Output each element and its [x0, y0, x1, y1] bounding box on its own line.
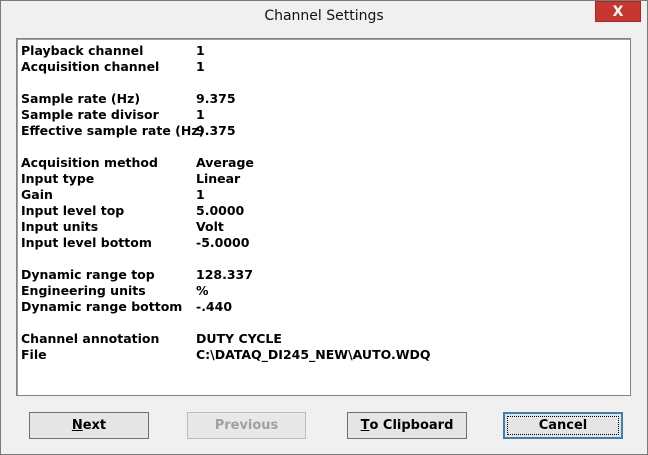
setting-value: %	[196, 283, 209, 298]
setting-label: Acquisition channel	[21, 59, 160, 74]
setting-value: 9.375	[196, 91, 236, 106]
setting-value: 5.0000	[196, 203, 245, 218]
setting-value: Average	[196, 155, 254, 170]
setting-label: Input type	[21, 171, 95, 186]
setting-value: 1	[196, 107, 205, 122]
clipboard-button-label: o Clipboard	[369, 418, 454, 433]
setting-value: 128.337	[196, 267, 253, 282]
setting-label: File	[21, 347, 47, 362]
cancel-button[interactable]: Cancel	[503, 412, 623, 439]
to-clipboard-button[interactable]: To Clipboard	[347, 412, 467, 439]
previous-button-label: Previous	[214, 418, 279, 433]
setting-label: Dynamic range bottom	[21, 299, 183, 314]
previous-button[interactable]: Previous	[187, 412, 306, 439]
setting-label: Playback channel	[21, 43, 144, 58]
setting-label: Sample rate divisor	[21, 107, 159, 122]
setting-label: Gain	[21, 187, 53, 202]
setting-value: DUTY CYCLE	[196, 331, 282, 346]
next-button-mnemonic: N	[71, 418, 83, 433]
focus-rectangle	[507, 416, 619, 435]
setting-label: Engineering units	[21, 283, 146, 298]
setting-label: Channel annotation	[21, 331, 160, 346]
close-button[interactable]: X	[595, 1, 641, 22]
setting-value: -5.0000	[196, 235, 250, 250]
setting-label: Acquisition method	[21, 155, 158, 170]
setting-label: Input level top	[21, 203, 125, 218]
setting-value: Volt	[196, 219, 224, 234]
setting-label: Input units	[21, 219, 99, 234]
channel-settings-dialog: Channel Settings X Playback channel 1 Acqu…	[0, 0, 648, 455]
setting-value: 1	[196, 187, 205, 202]
setting-value: 1	[196, 59, 205, 74]
clipboard-button-mnemonic: T	[360, 418, 370, 433]
next-button-label: ext	[82, 418, 107, 433]
setting-value: Linear	[196, 171, 241, 186]
settings-panel: Playback channel 1 Acquisition channel 1 Sam…	[16, 38, 631, 396]
window-title: Channel Settings	[264, 8, 384, 24]
setting-label: Input level bottom	[21, 235, 152, 250]
setting-value: 9.375	[196, 123, 236, 138]
setting-label: Dynamic range top	[21, 267, 155, 282]
setting-label: Effective sample rate (Hz)	[21, 123, 205, 138]
next-button[interactable]: Next	[29, 412, 149, 439]
setting-value: -.440	[196, 299, 233, 314]
setting-label: Sample rate (Hz)	[21, 91, 141, 106]
setting-value: C:\DATAQ_DI245_NEW\AUTO.WDQ	[196, 347, 431, 362]
close-icon: X	[612, 3, 624, 20]
setting-value: 1	[196, 43, 205, 58]
title-bar[interactable]: Channel Settings X	[1, 1, 647, 32]
